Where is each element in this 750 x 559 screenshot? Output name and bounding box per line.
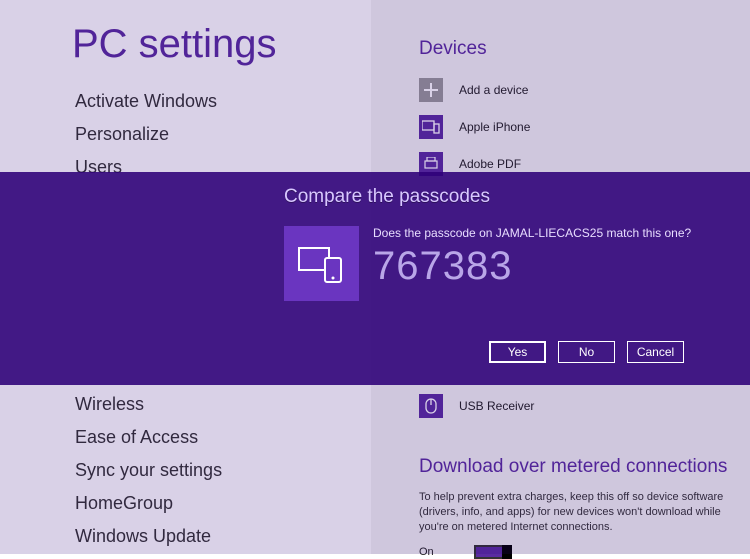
device-item-iphone[interactable]: Apple iPhone bbox=[419, 115, 730, 139]
dialog-buttons: Yes No Cancel bbox=[489, 341, 684, 363]
passcode-dialog: Compare the passcodes Does the passcode … bbox=[284, 186, 704, 301]
dialog-passcode: 767383 bbox=[373, 244, 691, 289]
device-label: Add a device bbox=[459, 83, 528, 97]
metered-title: Download over metered connections bbox=[419, 456, 730, 478]
devices-icon bbox=[284, 226, 359, 301]
nav-item-wireless[interactable]: Wireless bbox=[0, 388, 371, 421]
dialog-title: Compare the passcodes bbox=[284, 186, 704, 208]
nav-item-personalize[interactable]: Personalize bbox=[0, 118, 371, 151]
nav-item-hidden-5[interactable] bbox=[0, 320, 371, 354]
nav-item-homegroup[interactable]: HomeGroup bbox=[0, 487, 371, 520]
toggle-state-label: On bbox=[419, 546, 434, 558]
printer-icon bbox=[419, 152, 443, 176]
metered-toggle-row: On bbox=[419, 545, 730, 559]
device-item-usb-receiver[interactable]: USB Receiver bbox=[419, 394, 730, 418]
nav-item-users[interactable]: Users bbox=[0, 151, 371, 184]
device-label: USB Receiver bbox=[459, 399, 534, 413]
nav-item-sync-settings[interactable]: Sync your settings bbox=[0, 454, 371, 487]
plus-icon bbox=[419, 78, 443, 102]
nav-list: Activate Windows Personalize Users Wirel… bbox=[0, 85, 371, 553]
metered-help-text: To help prevent extra charges, keep this… bbox=[419, 490, 730, 535]
nav-item-ease-of-access[interactable]: Ease of Access bbox=[0, 421, 371, 454]
device-label: Apple iPhone bbox=[459, 120, 530, 134]
yes-button[interactable]: Yes bbox=[489, 341, 546, 363]
nav-item-hidden-6[interactable] bbox=[0, 354, 371, 388]
dialog-question: Does the passcode on JAMAL-LIECACS25 mat… bbox=[373, 226, 691, 240]
no-button[interactable]: No bbox=[558, 341, 615, 363]
add-device-button[interactable]: Add a device bbox=[419, 78, 730, 102]
nav-item-windows-update[interactable]: Windows Update bbox=[0, 520, 371, 553]
cancel-button[interactable]: Cancel bbox=[627, 341, 684, 363]
device-label: Adobe PDF bbox=[459, 157, 521, 171]
devices-title: Devices bbox=[419, 38, 730, 60]
device-item-adobe-pdf[interactable]: Adobe PDF bbox=[419, 152, 730, 176]
mouse-icon bbox=[419, 394, 443, 418]
metered-toggle[interactable] bbox=[474, 545, 512, 559]
page-title: PC settings bbox=[72, 22, 371, 67]
nav-item-activate-windows[interactable]: Activate Windows bbox=[0, 85, 371, 118]
monitor-phone-icon bbox=[419, 115, 443, 139]
